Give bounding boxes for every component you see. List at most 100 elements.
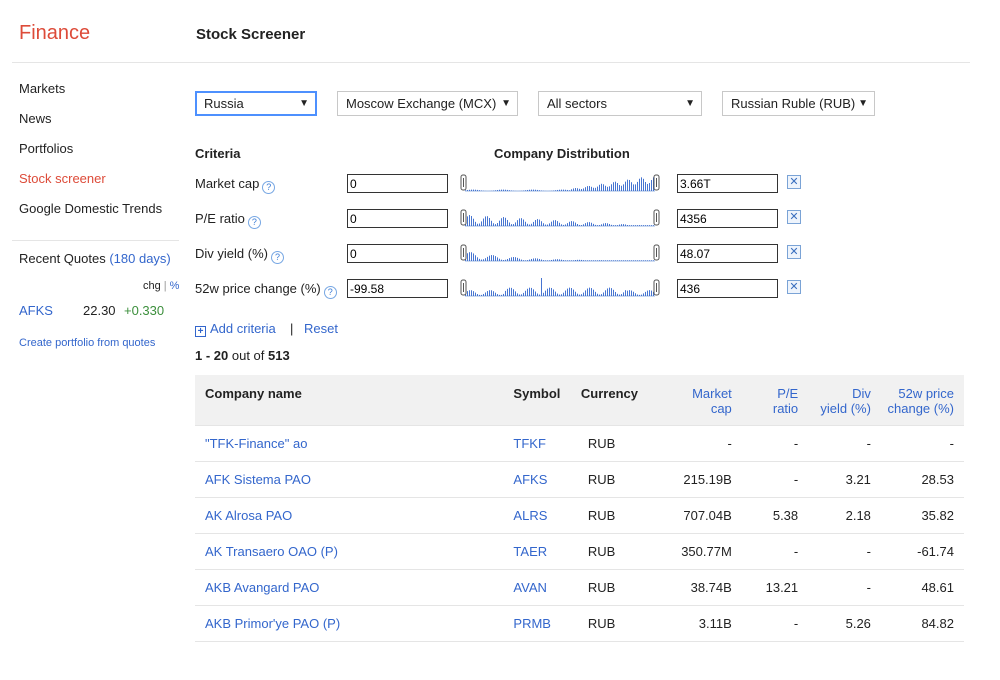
pe-cell: - (731, 461, 799, 498)
help-icon[interactable]: ? (247, 216, 261, 229)
symbol-link[interactable]: TAER (513, 544, 547, 559)
company-link[interactable]: AKB Primor'ye PAO (P) (205, 616, 340, 631)
sidebar-item-stock-screener[interactable]: Stock screener (19, 170, 179, 200)
remove-criteria-icon[interactable]: ✕ (787, 245, 801, 259)
currency-cell: RUB (570, 569, 657, 606)
results-table: Company name Symbol Currency Market cap P… (195, 375, 964, 642)
symbol-link[interactable]: AVAN (513, 580, 546, 595)
change-52w-cell: - (870, 425, 964, 462)
criteria-label: 52w price change (%)? (195, 281, 337, 299)
exchange-select[interactable]: Moscow Exchange (MCX) ▼ (337, 91, 518, 116)
currency-cell: RUB (570, 497, 657, 534)
currency-cell: RUB (570, 425, 657, 462)
div-yield-cell: - (798, 569, 871, 606)
min-input[interactable] (347, 279, 448, 298)
header-divider (12, 62, 970, 63)
distribution-heading: Company Distribution (494, 146, 630, 161)
max-input[interactable] (677, 279, 778, 298)
reset-link[interactable]: Reset (304, 321, 338, 336)
recent-quotes-header: Recent Quotes (180 days) (19, 251, 179, 266)
market-cap-cell: 3.11B (656, 605, 732, 642)
change-52w-cell: -61.74 (870, 533, 964, 570)
pe-cell: - (731, 425, 799, 462)
recent-quotes-period[interactable]: (180 days) (109, 251, 170, 266)
pe-cell: 13.21 (731, 569, 799, 606)
sector-select[interactable]: All sectors ▼ (538, 91, 702, 116)
criteria-label: Market cap? (195, 176, 276, 194)
col-div-yield[interactable]: Div yield (%) (798, 375, 871, 426)
currency-cell: RUB (570, 605, 657, 642)
company-link[interactable]: AK Transaero OAO (P) (205, 544, 338, 559)
div-yield-cell: - (798, 425, 871, 462)
max-input[interactable] (677, 209, 778, 228)
recent-quote-row: AFKS 22.30 +0.330 (19, 303, 179, 321)
min-input[interactable] (347, 244, 448, 263)
help-icon[interactable]: ? (262, 181, 276, 194)
sidebar-item-domestic-trends[interactable]: Google Domestic Trends (19, 200, 179, 230)
min-input[interactable] (347, 209, 448, 228)
result-count: 1 - 20 out of 513 (195, 348, 290, 363)
criteria-row-52w-change: 52w price change (%)? ✕ (195, 277, 815, 301)
company-link[interactable]: AKB Avangard PAO (205, 580, 319, 595)
help-icon[interactable]: ? (323, 286, 337, 299)
col-52w-change[interactable]: 52w price change (%) (870, 375, 964, 426)
symbol-link[interactable]: TFKF (513, 436, 546, 451)
remove-criteria-icon[interactable]: ✕ (787, 175, 801, 189)
dropdown-arrow-icon: ▼ (501, 98, 511, 109)
company-link[interactable]: "TFK-Finance" ao (205, 436, 307, 451)
help-icon[interactable]: ? (270, 251, 284, 264)
country-select[interactable]: Russia ▼ (195, 91, 317, 116)
table-row: "TFK-Finance" ao TFKF RUB - - - - (195, 425, 964, 462)
symbol-link[interactable]: AFKS (513, 472, 547, 487)
quote-change: +0.330 (124, 303, 165, 318)
col-company-name: Company name (195, 375, 504, 426)
div-yield-cell: 3.21 (798, 461, 871, 498)
sidebar-item-markets[interactable]: Markets (19, 80, 179, 110)
currency-select[interactable]: Russian Ruble (RUB) ▼ (722, 91, 875, 116)
table-row: AK Transaero OAO (P) TAER RUB 350.77M - … (195, 533, 964, 570)
criteria-row-market-cap: Market cap? ✕ (195, 172, 815, 196)
add-criteria-link[interactable]: + Add criteria (195, 321, 276, 337)
div-yield-cell: 2.18 (798, 497, 871, 534)
max-input[interactable] (677, 174, 778, 193)
sidebar-divider (12, 240, 179, 241)
table-row: AKB Primor'ye PAO (P) PRMB RUB 3.11B - 5… (195, 605, 964, 642)
symbol-link[interactable]: PRMB (513, 616, 551, 631)
market-cap-cell: - (656, 425, 732, 462)
col-pe-ratio[interactable]: P/E ratio (731, 375, 799, 426)
link-separator: | (290, 321, 294, 336)
finance-logo[interactable]: Finance (19, 22, 90, 45)
col-currency: Currency (570, 375, 657, 426)
change-52w-cell: 28.53 (870, 461, 964, 498)
symbol-link[interactable]: ALRS (513, 508, 547, 523)
company-link[interactable]: AK Alrosa PAO (205, 508, 292, 523)
criteria-row-div-yield: Div yield (%)? ✕ (195, 242, 815, 266)
change-52w-cell: 35.82 (870, 497, 964, 534)
distribution-histogram[interactable] (457, 242, 663, 264)
chg-label: chg (143, 280, 161, 292)
change-toggle: chg |% (143, 280, 180, 292)
distribution-histogram[interactable] (457, 277, 663, 299)
quote-symbol[interactable]: AFKS (19, 303, 53, 318)
table-row: AK Alrosa PAO ALRS RUB 707.04B 5.38 2.18… (195, 497, 964, 534)
max-input[interactable] (677, 244, 778, 263)
company-link[interactable]: AFK Sistema PAO (205, 472, 311, 487)
min-input[interactable] (347, 174, 448, 193)
pe-cell: - (731, 605, 799, 642)
criteria-heading: Criteria (195, 146, 241, 161)
sidebar-item-news[interactable]: News (19, 110, 179, 140)
dropdown-arrow-icon: ▼ (299, 98, 309, 109)
create-portfolio-link[interactable]: Create portfolio from quotes (19, 337, 155, 349)
remove-criteria-icon[interactable]: ✕ (787, 280, 801, 294)
distribution-histogram[interactable] (457, 207, 663, 229)
sidebar-item-portfolios[interactable]: Portfolios (19, 140, 179, 170)
pe-cell: - (731, 533, 799, 570)
div-yield-cell: - (798, 533, 871, 570)
remove-criteria-icon[interactable]: ✕ (787, 210, 801, 224)
distribution-histogram[interactable] (457, 172, 663, 194)
criteria-label: Div yield (%)? (195, 246, 284, 264)
criteria-row-pe-ratio: P/E ratio? ✕ (195, 207, 815, 231)
table-header-row: Company name Symbol Currency Market cap P… (195, 375, 964, 426)
col-market-cap[interactable]: Market cap (656, 375, 732, 426)
percent-toggle[interactable]: % (170, 280, 180, 292)
